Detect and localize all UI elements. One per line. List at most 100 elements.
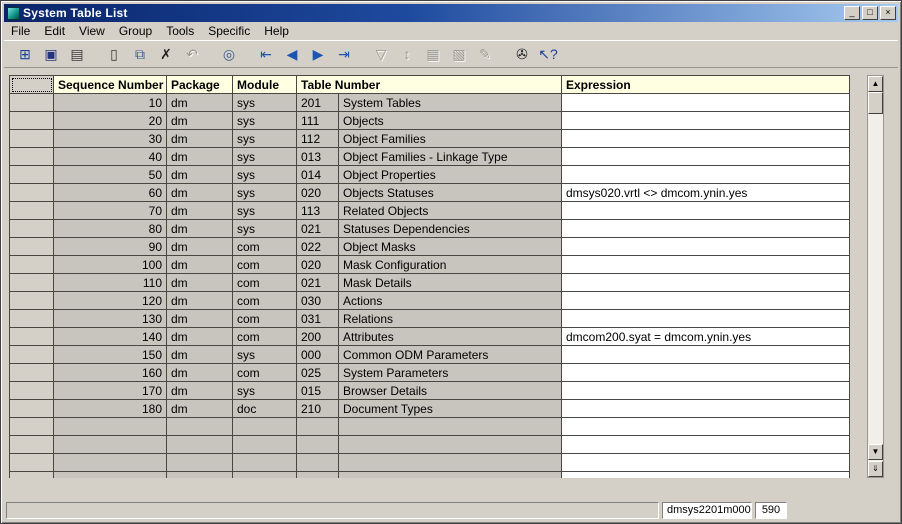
cell-package[interactable]: dm <box>167 310 233 328</box>
cell-sequence-number[interactable] <box>54 436 167 454</box>
cell-expression[interactable]: dmsys020.vrtl <> dmcom.ynin.yes <box>562 184 850 202</box>
cell-module[interactable]: sys <box>233 220 297 238</box>
cell-table-name[interactable] <box>339 436 562 454</box>
cell-package[interactable]: dm <box>167 400 233 418</box>
row-selector[interactable] <box>10 328 54 346</box>
cell-table-number[interactable]: 020 <box>297 256 339 274</box>
cell-table-number[interactable]: 015 <box>297 382 339 400</box>
cell-package[interactable]: dm <box>167 328 233 346</box>
cell-expression[interactable] <box>562 472 850 479</box>
row-selector[interactable] <box>10 238 54 256</box>
cell-table-name[interactable] <box>339 472 562 479</box>
cell-expression[interactable] <box>562 400 850 418</box>
cell-expression[interactable] <box>562 256 850 274</box>
cell-expression[interactable] <box>562 220 850 238</box>
row-selector[interactable] <box>10 130 54 148</box>
cell-table-number[interactable]: 025 <box>297 364 339 382</box>
cell-module[interactable]: com <box>233 364 297 382</box>
cell-module[interactable] <box>233 436 297 454</box>
last-record-icon[interactable]: ⇥ <box>331 42 357 66</box>
cell-table-name[interactable]: Objects Statuses <box>339 184 562 202</box>
cell-package[interactable]: dm <box>167 256 233 274</box>
cell-sequence-number[interactable] <box>54 454 167 472</box>
cell-table-number[interactable] <box>297 418 339 436</box>
cell-module[interactable]: com <box>233 292 297 310</box>
cell-table-name[interactable]: Object Properties <box>339 166 562 184</box>
row-selector[interactable] <box>10 256 54 274</box>
cell-sequence-number[interactable]: 70 <box>54 202 167 220</box>
cell-expression[interactable] <box>562 94 850 112</box>
cell-module[interactable]: com <box>233 274 297 292</box>
zoom-icon[interactable]: ◎ <box>216 42 242 66</box>
previous-record-icon[interactable]: ◀ <box>279 42 305 66</box>
cell-table-number[interactable]: 030 <box>297 292 339 310</box>
cell-package[interactable] <box>167 436 233 454</box>
cell-table-number[interactable]: 210 <box>297 400 339 418</box>
row-selector[interactable] <box>10 346 54 364</box>
cell-package[interactable] <box>167 454 233 472</box>
delete-icon[interactable]: ✗ <box>153 42 179 66</box>
cell-expression[interactable] <box>562 364 850 382</box>
cell-table-name[interactable]: Browser Details <box>339 382 562 400</box>
menu-group[interactable]: Group <box>112 22 159 40</box>
cell-table-name[interactable]: Object Families <box>339 130 562 148</box>
cell-table-name[interactable]: Actions <box>339 292 562 310</box>
cell-table-number[interactable]: 014 <box>297 166 339 184</box>
row-selector[interactable] <box>10 472 54 479</box>
cell-sequence-number[interactable]: 90 <box>54 238 167 256</box>
cell-table-number[interactable]: 112 <box>297 130 339 148</box>
row-selector[interactable] <box>10 400 54 418</box>
cell-table-name[interactable]: Relations <box>339 310 562 328</box>
cell-expression[interactable] <box>562 292 850 310</box>
cell-expression[interactable] <box>562 274 850 292</box>
first-record-icon[interactable]: ⇤ <box>253 42 279 66</box>
cell-expression[interactable] <box>562 310 850 328</box>
cell-sequence-number[interactable]: 40 <box>54 148 167 166</box>
row-selector[interactable] <box>10 148 54 166</box>
row-selector[interactable] <box>10 112 54 130</box>
cell-table-number[interactable]: 022 <box>297 238 339 256</box>
cell-table-number[interactable] <box>297 472 339 479</box>
cell-package[interactable]: dm <box>167 94 233 112</box>
row-selector[interactable] <box>10 274 54 292</box>
close-button[interactable]: × <box>880 6 896 20</box>
cell-module[interactable] <box>233 472 297 479</box>
cell-expression[interactable]: dmcom200.syat = dmcom.ynin.yes <box>562 328 850 346</box>
cell-expression[interactable] <box>562 418 850 436</box>
cell-module[interactable] <box>233 454 297 472</box>
cell-sequence-number[interactable]: 140 <box>54 328 167 346</box>
cell-package[interactable]: dm <box>167 166 233 184</box>
cell-module[interactable]: com <box>233 310 297 328</box>
cell-table-number[interactable]: 200 <box>297 328 339 346</box>
row-selector[interactable] <box>10 436 54 454</box>
cell-table-number[interactable]: 031 <box>297 310 339 328</box>
cell-table-name[interactable] <box>339 454 562 472</box>
col-header-expression[interactable]: Expression <box>562 76 850 94</box>
cell-sequence-number[interactable]: 10 <box>54 94 167 112</box>
cell-module[interactable]: sys <box>233 148 297 166</box>
print-icon[interactable]: ▤ <box>64 42 90 66</box>
cell-expression[interactable] <box>562 148 850 166</box>
cell-expression[interactable] <box>562 202 850 220</box>
cell-sequence-number[interactable]: 80 <box>54 220 167 238</box>
cell-sequence-number[interactable]: 110 <box>54 274 167 292</box>
cell-expression[interactable] <box>562 112 850 130</box>
cell-table-number[interactable] <box>297 454 339 472</box>
cell-sequence-number[interactable]: 100 <box>54 256 167 274</box>
cell-package[interactable]: dm <box>167 382 233 400</box>
cell-expression[interactable] <box>562 238 850 256</box>
cell-sequence-number[interactable]: 20 <box>54 112 167 130</box>
cell-table-name[interactable]: Mask Configuration <box>339 256 562 274</box>
cell-table-number[interactable]: 021 <box>297 274 339 292</box>
next-record-icon[interactable]: ▶ <box>305 42 331 66</box>
row-selector[interactable] <box>10 418 54 436</box>
cell-table-name[interactable]: Common ODM Parameters <box>339 346 562 364</box>
cell-package[interactable]: dm <box>167 112 233 130</box>
cell-sequence-number[interactable]: 150 <box>54 346 167 364</box>
cell-table-name[interactable]: Object Families - Linkage Type <box>339 148 562 166</box>
cell-module[interactable]: sys <box>233 166 297 184</box>
cell-table-name[interactable]: Document Types <box>339 400 562 418</box>
cell-module[interactable]: sys <box>233 112 297 130</box>
attachment-icon[interactable]: ✇ <box>509 42 535 66</box>
row-selector[interactable] <box>10 292 54 310</box>
